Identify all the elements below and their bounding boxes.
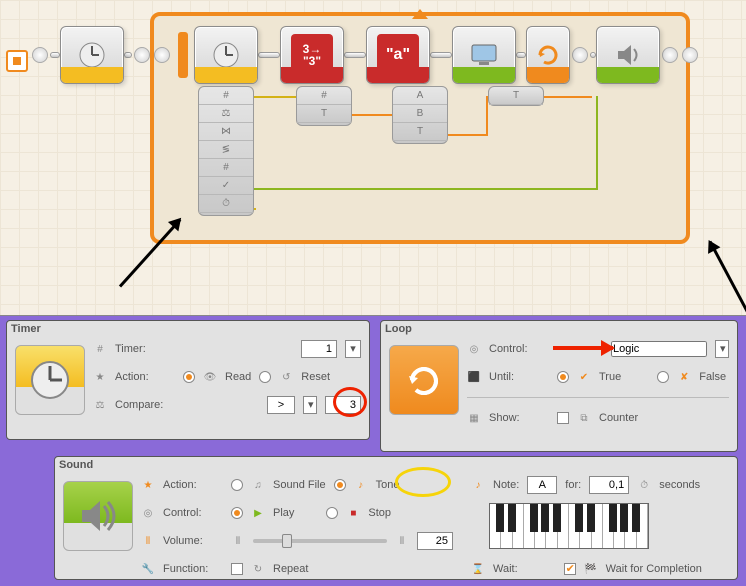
loop-panel: Loop ◎Control: ▾ ⬛Until: ✔True ✘False ▦S… xyxy=(380,320,738,452)
control-stop-radio[interactable] xyxy=(326,507,338,519)
red-arrow-annotation xyxy=(553,346,613,350)
sound-panel: Sound ★Action: ♫Sound File ♪Tone ◎Contro… xyxy=(54,456,738,580)
show-counter-check[interactable] xyxy=(557,412,569,424)
sound-block[interactable] xyxy=(596,26,660,84)
volume-value-input[interactable] xyxy=(417,532,453,550)
timer-panel: Timer #Timer: ▾ ★Action: 👁Read ↺Reset ⚖C… xyxy=(6,320,370,440)
action-file-radio[interactable] xyxy=(231,479,243,491)
timer-block-2[interactable] xyxy=(194,26,258,84)
num2text-datahub[interactable]: #T xyxy=(296,86,352,126)
until-true-radio[interactable] xyxy=(557,371,569,383)
timer-dropdown[interactable]: ▾ xyxy=(345,340,361,358)
program-canvas[interactable]: 3→"3" "a" #⚖⋈≶#✓⏱ #T ABT T xyxy=(0,0,746,316)
clock-icon xyxy=(211,40,241,70)
duration-input[interactable] xyxy=(589,476,629,494)
until-false-radio[interactable] xyxy=(657,371,669,383)
timer-number-input[interactable] xyxy=(301,340,337,358)
compare-op-select[interactable] xyxy=(267,396,295,414)
timer-block-1[interactable] xyxy=(60,26,124,84)
speaker-icon xyxy=(76,494,120,538)
loop-icon xyxy=(536,43,560,67)
display-datahub[interactable]: T xyxy=(488,86,544,106)
panel-title: Sound xyxy=(59,459,93,471)
panel-title: Loop xyxy=(385,323,412,335)
speaker-icon xyxy=(613,40,643,70)
volume-slider[interactable] xyxy=(253,539,387,543)
timer-datahub[interactable]: #⚖⋈≶#✓⏱ xyxy=(198,86,254,216)
repeat-check[interactable] xyxy=(231,563,243,575)
compare-value-input[interactable] xyxy=(325,396,361,414)
loop-start-bar xyxy=(178,32,188,78)
text-block[interactable]: "a" xyxy=(366,26,430,84)
clock-icon xyxy=(28,358,72,402)
timer-panel-icon xyxy=(15,345,85,415)
sound-panel-icon xyxy=(63,481,133,551)
piano-keyboard[interactable] xyxy=(489,503,649,549)
wait-completion-check[interactable]: ✔ xyxy=(564,563,576,575)
action-reset-radio[interactable] xyxy=(259,371,271,383)
num-to-text-block[interactable]: 3→"3" xyxy=(280,26,344,84)
control-play-radio[interactable] xyxy=(231,507,243,519)
control-select[interactable] xyxy=(611,341,707,357)
clock-icon xyxy=(77,40,107,70)
loop-end-block[interactable] xyxy=(526,26,570,84)
display-block[interactable] xyxy=(452,26,516,84)
panel-title: Timer xyxy=(11,323,41,335)
screen-icon xyxy=(469,42,499,68)
yellow-circle-annotation xyxy=(395,467,451,497)
note-input[interactable] xyxy=(527,476,557,494)
action-read-radio[interactable] xyxy=(183,371,195,383)
text-datahub[interactable]: ABT xyxy=(392,86,448,144)
loop-icon xyxy=(402,358,446,402)
action-tone-radio[interactable] xyxy=(334,479,346,491)
loop-panel-icon xyxy=(389,345,459,415)
